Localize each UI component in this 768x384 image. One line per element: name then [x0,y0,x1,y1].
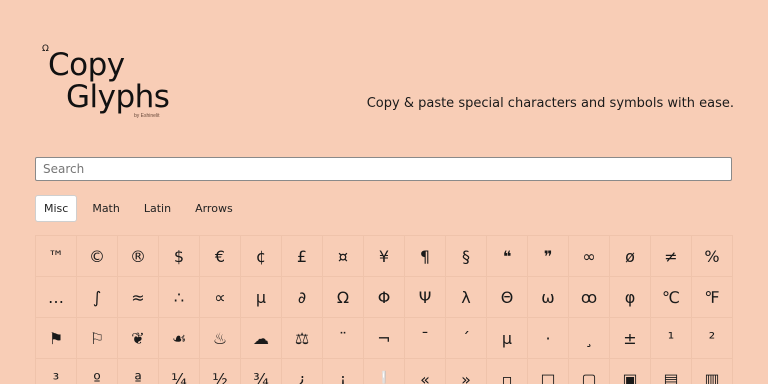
tab-arrows[interactable]: Arrows [186,195,242,222]
search-input[interactable] [35,157,732,181]
glyph-cell[interactable]: ª [118,359,159,384]
glyph-cell[interactable]: © [77,236,118,277]
tab-math[interactable]: Math [83,195,129,222]
glyph-cell[interactable]: ♨ [200,318,241,359]
glyph-cell[interactable]: ¼ [159,359,200,384]
glyph-cell[interactable]: ´ [446,318,487,359]
glyph-cell[interactable]: ± [610,318,651,359]
glyph-cell[interactable]: ℉ [692,277,733,318]
glyph-cell[interactable]: ∝ [200,277,241,318]
glyph-cell[interactable]: ³ [36,359,77,384]
glyph-cell[interactable]: Φ [364,277,405,318]
glyph-cell[interactable]: ℃ [651,277,692,318]
glyph-cell[interactable]: € [200,236,241,277]
glyph-cell[interactable]: % [692,236,733,277]
glyph-cell[interactable]: µ [241,277,282,318]
glyph-cell[interactable]: ≠ [651,236,692,277]
glyph-cell[interactable]: ⚖ [282,318,323,359]
tab-latin[interactable]: Latin [135,195,180,222]
glyph-cell[interactable]: ™ [36,236,77,277]
glyph-grid: ™ © ® $ € ¢ £ ¤ ¥ ¶ § ❝ ❞ ∞ ø ≠%… ∫ ≈ ∴ ∝ µ ∂ Ω Φ Ψλ Θω ꝏ φ ℃ ℉ ⚑ ⚐ ❦ ☙ ♨ ☁… [35,235,733,384]
glyph-cell[interactable]: … [36,277,77,318]
glyph-cell[interactable]: ❝ [487,236,528,277]
glyph-cell[interactable]: ∫ [77,277,118,318]
glyph-cell[interactable]: ☙ [159,318,200,359]
glyph-cell[interactable]: ▣ [610,359,651,384]
glyph-cell[interactable]: ≈ [118,277,159,318]
glyph-cell[interactable]: Θ [487,277,528,318]
glyph-cell[interactable]: ❞ [528,236,569,277]
glyph-cell[interactable]: ¥ [364,236,405,277]
glyph-cell[interactable]: ¸ [569,318,610,359]
glyph-cell[interactable]: ² [692,318,733,359]
glyph-cell[interactable]: ❦ [118,318,159,359]
glyph-cell[interactable]: ¬ [364,318,405,359]
glyph-cell[interactable]: « [405,359,446,384]
glyph-cell[interactable]: φ [610,277,651,318]
glyph-cell[interactable]: Ψ [405,277,446,318]
glyph-cell[interactable]: $ [159,236,200,277]
glyph-cell[interactable]: £ [282,236,323,277]
glyph-cell[interactable]: λ [446,277,487,318]
tab-misc[interactable]: Misc [35,195,78,222]
glyph-cell[interactable]: ¶ [405,236,446,277]
glyph-cell[interactable]: ꝏ [569,277,610,318]
glyph-cell[interactable]: ∂ [282,277,323,318]
glyph-cell[interactable]: ▤ [651,359,692,384]
logo-word-copy: Copy [48,47,125,83]
page: Ω Copy Glyphs by Eshinelit Copy & paste … [0,0,768,384]
glyph-cell[interactable]: ▥ [692,359,733,384]
glyph-cell[interactable]: Ω [323,277,364,318]
glyph-cell[interactable]: µ [487,318,528,359]
glyph-cell[interactable]: º [77,359,118,384]
glyph-cell[interactable]: ∞ [569,236,610,277]
glyph-cell[interactable]: ø [610,236,651,277]
glyph-cell[interactable]: □ [528,359,569,384]
logo[interactable]: Ω Copy Glyphs by Eshinelit [42,44,182,120]
glyph-cell[interactable]: » [446,359,487,384]
glyph-cell[interactable]: § [446,236,487,277]
glyph-cell[interactable]: ¡ [323,359,364,384]
glyph-cell[interactable]: ¨ [323,318,364,359]
glyph-cell[interactable]: ∴ [159,277,200,318]
glyph-cell[interactable]: ½ [200,359,241,384]
glyph-cell[interactable]: ☁ [241,318,282,359]
glyph-cell[interactable]: ¤ [323,236,364,277]
logo-word-glyphs: Glyphs [66,79,170,115]
glyph-cell[interactable]: ⚐ [77,318,118,359]
category-tabs: Misc Math Latin Arrows [35,195,248,222]
tagline: Copy & paste special characters and symb… [366,96,734,111]
glyph-cell[interactable]: ¯ [405,318,446,359]
glyph-cell[interactable]: ¢ [241,236,282,277]
glyph-cell[interactable]: ¹ [651,318,692,359]
glyph-cell[interactable]: ω [528,277,569,318]
glyph-cell[interactable]: · [528,318,569,359]
glyph-cell[interactable]: ▢ [569,359,610,384]
glyph-cell[interactable]: ¿ [282,359,323,384]
glyph-cell[interactable]: ® [118,236,159,277]
glyph-cell[interactable]: ▫ [487,359,528,384]
glyph-cell[interactable]: ❕ [364,359,405,384]
glyph-cell[interactable]: ⚑ [36,318,77,359]
glyph-cell[interactable]: ¾ [241,359,282,384]
logo-byline: by Eshinelit [134,113,160,119]
